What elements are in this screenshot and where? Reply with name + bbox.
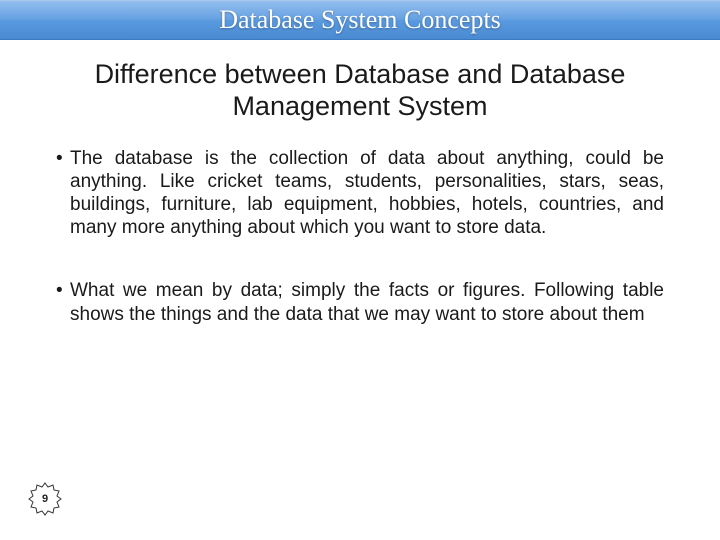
slide-content: The database is the collection of data a… [0, 147, 720, 326]
header-bar: Database System Concepts [0, 0, 720, 40]
bullet-item: What we mean by data; simply the facts o… [56, 279, 664, 325]
slide-title: Difference between Database and Database… [40, 58, 680, 123]
page-number: 9 [42, 493, 48, 505]
bullet-item: The database is the collection of data a… [56, 147, 664, 240]
header-title: Database System Concepts [219, 5, 501, 35]
page-number-badge: 9 [28, 482, 62, 516]
